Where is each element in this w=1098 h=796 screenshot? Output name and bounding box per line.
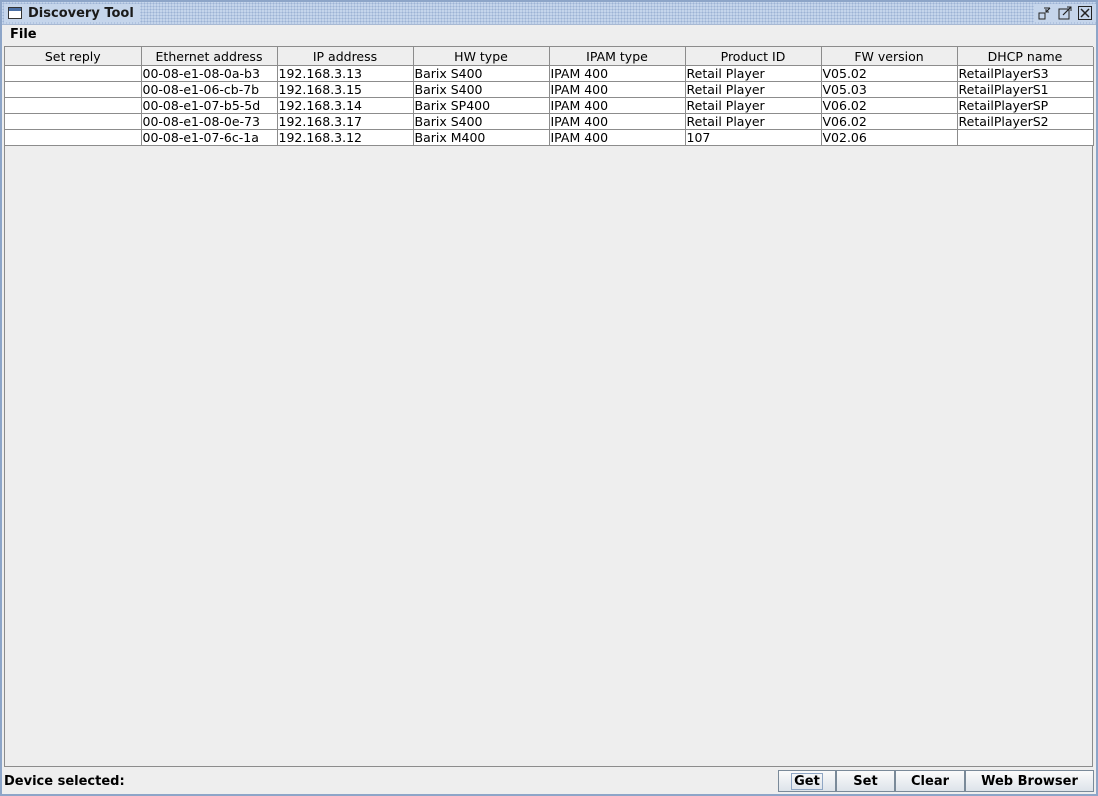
column-header-set-reply[interactable]: Set reply [5,47,142,66]
set-button[interactable]: Set [836,770,895,792]
cell-ethernet-address[interactable]: 00-08-e1-08-0a-b3 [141,65,278,82]
cell-ipam-type[interactable]: IPAM 400 [549,129,686,146]
column-header-ipam-type[interactable]: IPAM type [549,47,686,66]
cell-set-reply[interactable] [5,81,142,98]
cell-set-reply[interactable] [5,97,142,114]
cell-set-reply[interactable] [5,113,142,130]
web-browser-button[interactable]: Web Browser [965,770,1094,792]
title-left: Discovery Tool [4,4,140,22]
cell-ipam-type[interactable]: IPAM 400 [549,81,686,98]
cell-fw-version[interactable]: V05.03 [821,81,958,98]
cell-product-id[interactable]: Retail Player [685,97,822,114]
clear-button-label: Clear [911,773,949,789]
cell-fw-version[interactable]: V06.02 [821,97,958,114]
cell-ethernet-address[interactable]: 00-08-e1-06-cb-7b [141,81,278,98]
cell-hw-type[interactable]: Barix M400 [413,129,550,146]
cell-dhcp-name[interactable]: RetailPlayerS3 [957,65,1094,82]
maximize-icon[interactable] [1058,6,1072,20]
cell-ip-address[interactable]: 192.168.3.12 [277,129,414,146]
clear-button[interactable]: Clear [895,770,965,792]
get-button-label: Get [791,772,823,790]
menu-bar: File [2,25,1096,45]
cell-product-id[interactable]: Retail Player [685,81,822,98]
table-header-row: Set reply Ethernet address IP address HW… [5,47,1094,66]
column-header-dhcp-name[interactable]: DHCP name [957,47,1094,66]
column-header-fw-version[interactable]: FW version [821,47,958,66]
cell-ip-address[interactable]: 192.168.3.13 [277,65,414,82]
window-title: Discovery Tool [28,5,134,21]
cell-ip-address[interactable]: 192.168.3.17 [277,113,414,130]
window-app-icon[interactable] [8,7,22,19]
cell-hw-type[interactable]: Barix SP400 [413,97,550,114]
cell-ip-address[interactable]: 192.168.3.14 [277,97,414,114]
cell-fw-version[interactable]: V05.02 [821,65,958,82]
cell-hw-type[interactable]: Barix S400 [413,113,550,130]
cell-ip-address[interactable]: 192.168.3.15 [277,81,414,98]
web-browser-button-label: Web Browser [981,773,1078,789]
device-table-scrollpane[interactable]: Set reply Ethernet address IP address HW… [4,46,1094,767]
cell-set-reply[interactable] [5,65,142,82]
status-bar: Device selected: Get Set Clear Web Brows… [2,768,1096,794]
column-header-product-id[interactable]: Product ID [685,47,822,66]
cell-ipam-type[interactable]: IPAM 400 [549,97,686,114]
cell-product-id[interactable]: Retail Player [685,65,822,82]
table-row[interactable]: 00-08-e1-07-6c-1a 192.168.3.12 Barix M40… [5,129,1094,146]
table-row[interactable]: 00-08-e1-08-0a-b3 192.168.3.13 Barix S40… [5,65,1094,82]
cell-set-reply[interactable] [5,129,142,146]
cell-product-id[interactable]: Retail Player [685,113,822,130]
column-header-hw-type[interactable]: HW type [413,47,550,66]
set-button-label: Set [853,773,878,789]
device-selected-label: Device selected: [4,774,125,789]
table-row[interactable]: 00-08-e1-07-b5-5d 192.168.3.14 Barix SP4… [5,97,1094,114]
title-bar[interactable]: Discovery Tool [2,2,1096,25]
cell-ipam-type[interactable]: IPAM 400 [549,65,686,82]
cell-ethernet-address[interactable]: 00-08-e1-07-6c-1a [141,129,278,146]
close-icon[interactable] [1078,6,1092,20]
cell-dhcp-name[interactable]: RetailPlayerS1 [957,81,1094,98]
cell-dhcp-name[interactable]: RetailPlayerS2 [957,113,1094,130]
cell-dhcp-name[interactable] [957,129,1094,146]
cell-hw-type[interactable]: Barix S400 [413,65,550,82]
cell-product-id[interactable]: 107 [685,129,822,146]
table-row[interactable]: 00-08-e1-08-0e-73 192.168.3.17 Barix S40… [5,113,1094,130]
cell-ipam-type[interactable]: IPAM 400 [549,113,686,130]
table-row[interactable]: 00-08-e1-06-cb-7b 192.168.3.15 Barix S40… [5,81,1094,98]
column-header-ip-address[interactable]: IP address [277,47,414,66]
cell-dhcp-name[interactable]: RetailPlayerSP [957,97,1094,114]
cell-fw-version[interactable]: V06.02 [821,113,958,130]
iconify-icon[interactable] [1038,6,1052,20]
column-header-ethernet-address[interactable]: Ethernet address [141,47,278,66]
window-controls [1034,4,1096,22]
cell-hw-type[interactable]: Barix S400 [413,81,550,98]
cell-fw-version[interactable]: V02.06 [821,129,958,146]
cell-ethernet-address[interactable]: 00-08-e1-07-b5-5d [141,97,278,114]
discovery-tool-window: Discovery Tool File Set reply Ethernet a… [0,0,1098,796]
cell-ethernet-address[interactable]: 00-08-e1-08-0e-73 [141,113,278,130]
get-button[interactable]: Get [778,770,836,792]
menu-file[interactable]: File [10,27,37,42]
device-table[interactable]: Set reply Ethernet address IP address HW… [5,47,1094,146]
